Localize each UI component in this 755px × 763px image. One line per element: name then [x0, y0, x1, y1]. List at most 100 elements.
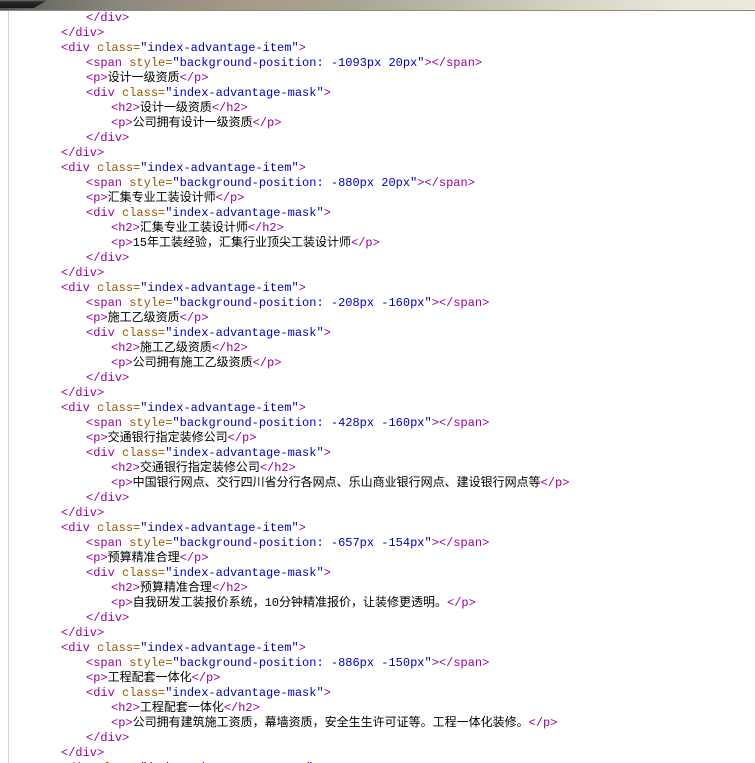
code-tag-token: </p>	[180, 311, 209, 325]
code-text-token: 设计一级资质	[108, 71, 180, 85]
code-text-token: 施工乙级资质	[140, 341, 212, 355]
code-text-token: 公司拥有施工乙级资质	[133, 356, 253, 370]
code-tag-token: </p>	[253, 356, 282, 370]
code-tag-token: >	[324, 206, 331, 220]
code-value-token: "index-advantage-mask"	[165, 326, 323, 340]
code-attr-token: class=	[90, 161, 140, 175]
code-tag-token: <p>	[111, 716, 133, 730]
code-attr-token: style=	[122, 176, 172, 190]
source-line: <h2>设计一级资质</h2>	[0, 101, 755, 116]
code-tag-token: </p>	[216, 191, 245, 205]
code-tag-token: >	[299, 161, 306, 175]
code-tag-token: ></span>	[432, 536, 490, 550]
code-attr-token: style=	[122, 656, 172, 670]
code-attr-token: style=	[122, 56, 172, 70]
source-line: <span style="background-position: -208px…	[0, 296, 755, 311]
source-line: <p>预算精准合理</p>	[0, 551, 755, 566]
code-text-token: 工程配套一体化	[108, 671, 192, 685]
code-tag-token: >	[324, 446, 331, 460]
source-line: <p>汇集专业工装设计师</p>	[0, 191, 755, 206]
source-line: <div class="index-advantage-item">	[0, 281, 755, 296]
code-text-token: 汇集专业工装设计师	[140, 221, 248, 235]
source-line: <div class="index-advantage-item">	[0, 401, 755, 416]
source-line: <p>15年工装经验，汇集行业顶尖工装设计师</p>	[0, 236, 755, 251]
source-line: </div>	[0, 251, 755, 266]
code-tag-token: <div	[86, 446, 115, 460]
code-tag-token: >	[299, 521, 306, 535]
code-tag-token: <p>	[86, 551, 108, 565]
code-tag-token: </h2>	[212, 581, 248, 595]
source-line: </div>	[0, 386, 755, 401]
code-tag-token: <p>	[111, 476, 133, 490]
code-tag-token: </div>	[86, 491, 129, 505]
code-tag-token: <span	[86, 56, 122, 70]
source-line: <span style="background-position: -657px…	[0, 536, 755, 551]
source-line: <span style="background-position: -1093p…	[0, 56, 755, 71]
code-tag-token: >	[299, 641, 306, 655]
code-tag-token: >	[299, 41, 306, 55]
code-text-token: 公司拥有设计一级资质	[133, 116, 253, 130]
code-text-token: 交通银行指定装修公司	[140, 461, 260, 475]
source-line: <p>工程配套一体化</p>	[0, 671, 755, 686]
source-line: <span style="background-position: -880px…	[0, 176, 755, 191]
code-text-token: 自我研发工装报价系统，10分钟精准报价，让装修更透明。	[133, 596, 447, 610]
code-value-token: "index-advantage-item"	[140, 281, 298, 295]
source-line: <div class="index-advantage-mask">	[0, 686, 755, 701]
source-line: <p>交通银行指定装修公司</p>	[0, 431, 755, 446]
code-value-token: "index-advantage-mask"	[165, 86, 323, 100]
code-value-token: "index-advantage-item"	[140, 41, 298, 55]
code-text-token: 施工乙级资质	[108, 311, 180, 325]
code-tag-token: </h2>	[248, 221, 284, 235]
source-line: </div>	[0, 626, 755, 641]
source-line: <h2>工程配套一体化</h2>	[0, 701, 755, 716]
code-attr-token: class=	[90, 41, 140, 55]
source-line: <p>自我研发工装报价系统，10分钟精准报价，让装修更透明。</p>	[0, 596, 755, 611]
source-line: <p>中国银行网点、交行四川省分行各网点、乐山商业银行网点、建设银行网点等</p…	[0, 476, 755, 491]
code-tag-token: <h2>	[111, 461, 140, 475]
source-line: <div class="index-advantage-mask">	[0, 446, 755, 461]
code-tag-token: </p>	[529, 716, 558, 730]
code-tag-token: <p>	[86, 191, 108, 205]
code-tag-token: <p>	[86, 671, 108, 685]
code-tag-token: </div>	[61, 146, 104, 160]
code-tag-token: </div>	[86, 611, 129, 625]
code-tag-token: >	[299, 281, 306, 295]
code-tag-token: </p>	[253, 116, 282, 130]
code-tag-token: <div	[86, 206, 115, 220]
source-line: <span style="background-position: -886px…	[0, 656, 755, 671]
code-text-token: 15年工装经验，汇集行业顶尖工装设计师	[133, 236, 351, 250]
source-line: <h2>预算精准合理</h2>	[0, 581, 755, 596]
code-tag-token: <div	[86, 86, 115, 100]
code-tag-token: <div	[86, 566, 115, 580]
code-tag-token: </div>	[86, 11, 129, 25]
code-tag-token: ></span>	[432, 416, 490, 430]
code-tag-token: <p>	[111, 356, 133, 370]
code-tag-token: </div>	[86, 251, 129, 265]
source-line: <h2>汇集专业工装设计师</h2>	[0, 221, 755, 236]
code-value-token: "background-position: -1093px 20px"	[172, 56, 424, 70]
source-code-area[interactable]: </div></div><div class="index-advantage-…	[0, 11, 755, 763]
source-line: </div>	[0, 371, 755, 386]
code-tag-token: <span	[86, 176, 122, 190]
code-tag-token: <h2>	[111, 101, 140, 115]
source-line: </div>	[0, 131, 755, 146]
source-line: </div>	[0, 731, 755, 746]
code-value-token: "index-advantage-mask"	[165, 686, 323, 700]
source-line: <div class="index-advantage-item">	[0, 41, 755, 56]
code-tag-token: >	[324, 686, 331, 700]
source-line: </div>	[0, 26, 755, 41]
code-tag-token: <h2>	[111, 221, 140, 235]
code-tag-token: <p>	[111, 596, 133, 610]
code-tag-token: ></span>	[432, 656, 490, 670]
code-tag-token: <div	[61, 41, 90, 55]
code-tag-token: </h2>	[212, 341, 248, 355]
code-tag-token: </div>	[61, 746, 104, 760]
code-value-token: "background-position: -886px -150px"	[172, 656, 431, 670]
code-tag-token: </div>	[61, 386, 104, 400]
code-attr-token: class=	[90, 641, 140, 655]
code-value-token: "background-position: -428px -160px"	[172, 416, 431, 430]
source-line: </div>	[0, 146, 755, 161]
window-chrome-bar	[0, 0, 755, 11]
code-tag-token: <p>	[86, 431, 108, 445]
code-text-token: 预算精准合理	[108, 551, 180, 565]
